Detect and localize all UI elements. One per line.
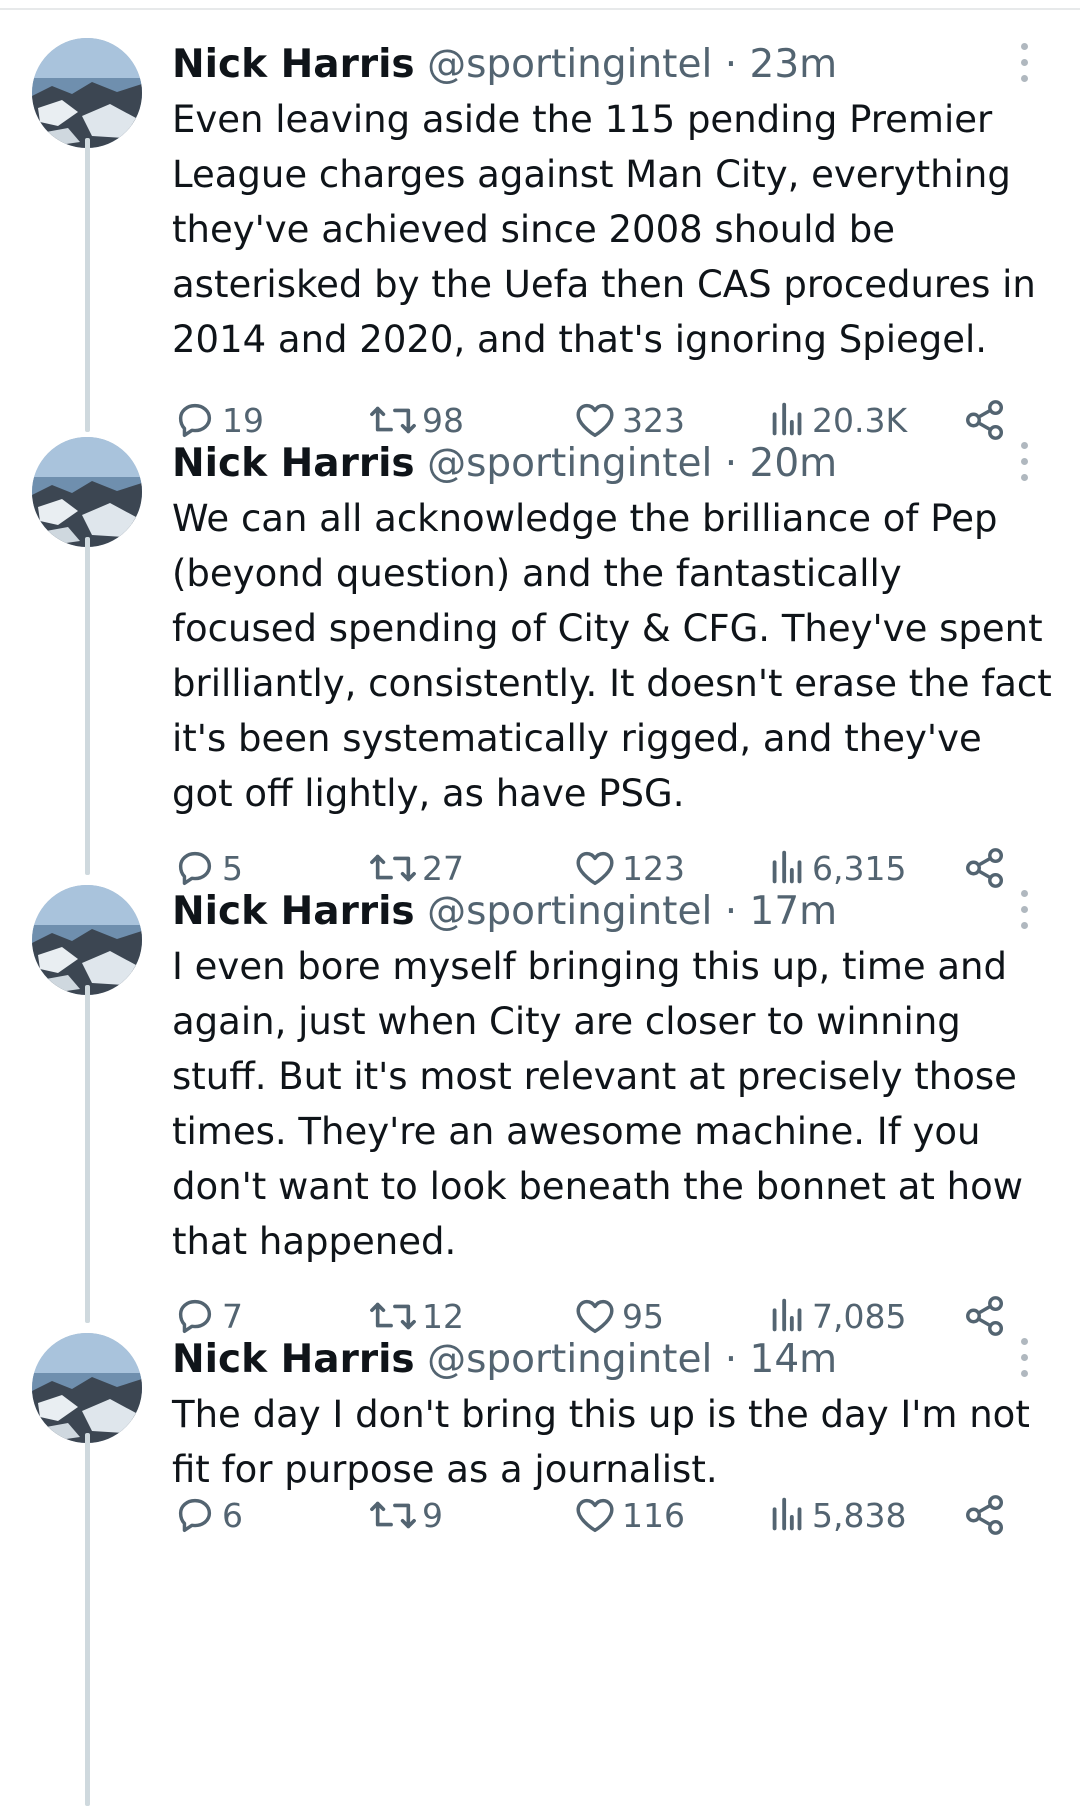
views-count: 6,315 <box>812 848 907 888</box>
author-handle[interactable]: @sportingintel <box>427 42 712 87</box>
avatar[interactable] <box>32 1333 142 1443</box>
views-count: 7,085 <box>812 1296 907 1336</box>
share-button[interactable] <box>962 1487 1008 1543</box>
timestamp[interactable]: 20m <box>750 441 838 486</box>
tweet-text: The day I don't bring this up is the day… <box>172 1393 1030 1491</box>
retweet-count: 98 <box>422 400 464 440</box>
separator-dot: · <box>724 889 738 934</box>
views-count: 5,838 <box>812 1495 907 1535</box>
timestamp[interactable]: 14m <box>750 1337 838 1382</box>
retweet-count: 12 <box>422 1296 464 1336</box>
author-name[interactable]: Nick Harris <box>172 42 415 87</box>
avatar[interactable] <box>32 437 142 547</box>
tweet-header: Nick Harris @sportingintel · 17m <box>172 885 1052 939</box>
reply-icon <box>178 1498 212 1533</box>
author-handle[interactable]: @sportingintel <box>427 889 712 934</box>
timestamp[interactable]: 17m <box>750 889 838 934</box>
author-name[interactable]: Nick Harris <box>172 441 415 486</box>
like-count: 323 <box>622 400 685 440</box>
tweet-header: Nick Harris @sportingintel · 23m <box>172 38 1052 92</box>
tweet-header: Nick Harris @sportingintel · 14m <box>172 1333 1052 1387</box>
timestamp[interactable]: 23m <box>750 42 838 87</box>
tweet-actions: 6 9 116 5,838 <box>172 1487 1032 1543</box>
separator-dot: · <box>724 441 738 486</box>
author-name[interactable]: Nick Harris <box>172 1337 415 1382</box>
like-button[interactable]: 116 <box>572 1487 685 1543</box>
views-count: 20.3K <box>812 400 908 440</box>
thread-line <box>85 985 90 1323</box>
reply-count: 6 <box>222 1495 243 1535</box>
like-count: 116 <box>622 1495 685 1535</box>
more-vertical-icon[interactable] <box>1012 437 1036 485</box>
avatar[interactable] <box>32 38 142 148</box>
reply-count: 5 <box>222 848 243 888</box>
avatar[interactable] <box>32 885 142 995</box>
share-icon <box>966 1495 1004 1535</box>
heart-icon <box>576 1498 614 1533</box>
separator-dot: · <box>724 1337 738 1382</box>
author-handle[interactable]: @sportingintel <box>427 441 712 486</box>
tweet-text: We can all acknowledge the brilliance of… <box>172 497 1052 815</box>
retweet-button[interactable]: 9 <box>368 1487 443 1543</box>
like-count: 123 <box>622 848 685 888</box>
more-vertical-icon[interactable] <box>1012 885 1036 933</box>
reply-count: 7 <box>222 1296 243 1336</box>
like-count: 95 <box>622 1296 664 1336</box>
tweet-text: I even bore myself bringing this up, tim… <box>172 945 1023 1263</box>
author-name[interactable]: Nick Harris <box>172 889 415 934</box>
top-divider <box>0 8 1080 10</box>
retweet-count: 9 <box>422 1495 443 1535</box>
thread-line <box>85 1433 90 1806</box>
reply-button[interactable]: 6 <box>172 1487 243 1543</box>
author-handle[interactable]: @sportingintel <box>427 1337 712 1382</box>
views-icon <box>772 1497 802 1531</box>
reply-count: 19 <box>222 400 264 440</box>
more-vertical-icon[interactable] <box>1012 1333 1036 1381</box>
separator-dot: · <box>724 42 738 87</box>
more-vertical-icon[interactable] <box>1012 38 1036 86</box>
tweet-text: Even leaving aside the 115 pending Premi… <box>172 98 1036 361</box>
tweet-header: Nick Harris @sportingintel · 20m <box>172 437 1052 491</box>
thread-line <box>85 138 90 432</box>
thread-line <box>85 537 90 875</box>
views-button[interactable]: 5,838 <box>768 1487 906 1543</box>
retweet-count: 27 <box>422 848 464 888</box>
retweet-icon <box>370 1501 416 1529</box>
